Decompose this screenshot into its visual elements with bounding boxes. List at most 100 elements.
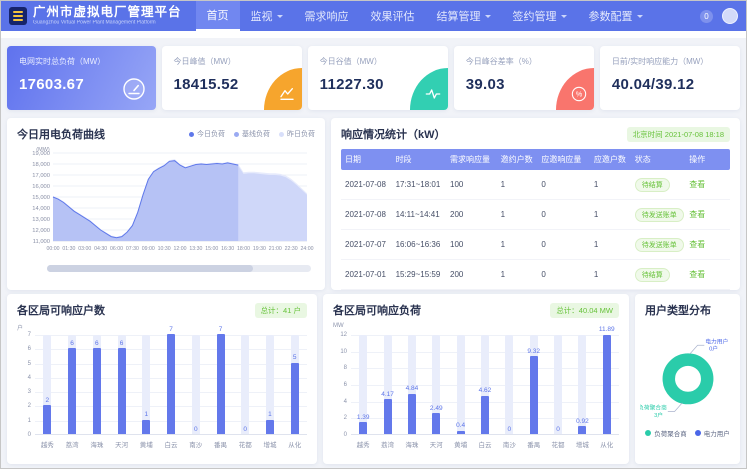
table-cell: 0 xyxy=(537,170,590,200)
table-cell: 0 xyxy=(537,200,590,230)
nav-item-label: 参数配置 xyxy=(589,8,633,24)
y-axis-tick: 5 xyxy=(15,361,31,367)
bar xyxy=(603,335,611,434)
bar xyxy=(481,396,489,435)
response-table-card: 响应情况统计（kW） 北京时间 2021-07-08 18:18 日期时段需求响… xyxy=(331,118,740,290)
x-axis-label: 南沙 xyxy=(497,439,521,449)
x-axis-label: 海珠 xyxy=(84,439,109,449)
nav-item-label: 结算管理 xyxy=(437,8,481,24)
x-axis-label: 海珠 xyxy=(400,439,424,449)
bar-column-从化: 5 xyxy=(282,335,307,434)
bar-value-label: 2 xyxy=(32,397,62,404)
legend-dot-icon xyxy=(695,430,701,436)
nav-item-label: 需求响应 xyxy=(305,8,349,24)
donut-label-aggregator: 负荷聚合商 xyxy=(640,404,667,412)
bar-column-花都: 0 xyxy=(233,335,258,434)
nav-item-6[interactable]: 参数配置 xyxy=(578,1,654,31)
households-total-tag: 总计：41 户 xyxy=(255,303,307,318)
donut-legend-item-1[interactable]: 电力用户 xyxy=(695,428,730,438)
legend-dot-icon xyxy=(189,132,194,137)
gauge-icon xyxy=(122,77,146,101)
legend-item-1[interactable]: 基线负荷 xyxy=(234,129,270,139)
bar-column-海珠: 4.84 xyxy=(400,335,424,434)
table-column-header: 应邀户数 xyxy=(590,149,631,170)
x-axis-label: 花都 xyxy=(233,439,258,449)
y-axis-unit: MW xyxy=(333,323,344,329)
nav-item-2[interactable]: 需求响应 xyxy=(294,1,360,31)
table-cell: 1 xyxy=(590,200,631,230)
svg-text:01:30: 01:30 xyxy=(62,246,75,252)
bar-track xyxy=(554,335,562,434)
table-column-header: 应邀响应量 xyxy=(537,149,590,170)
legend-item-2[interactable]: 昨日负荷 xyxy=(279,129,315,139)
table-column-header: 操作 xyxy=(685,149,730,170)
table-column-header: 需求响应量 xyxy=(446,149,497,170)
table-cell: 200 xyxy=(446,200,497,230)
bar-column-越秀: 1.39 xyxy=(351,335,375,434)
middle-row: 今日用电负荷曲线 今日负荷基线负荷昨日负荷 11,00012,00013,000… xyxy=(7,118,740,286)
view-link[interactable]: 查看 xyxy=(689,180,705,189)
svg-text:15:00: 15:00 xyxy=(205,246,218,252)
table-cell: 1 xyxy=(590,230,631,260)
nav-item-4[interactable]: 结算管理 xyxy=(426,1,502,31)
table-column-header: 日期 xyxy=(341,149,392,170)
nav-item-0[interactable]: 首页 xyxy=(196,1,240,31)
user-avatar[interactable] xyxy=(722,8,738,24)
bar-column-南沙: 0 xyxy=(183,335,208,434)
user-types-legend: 负荷聚合商电力用户 xyxy=(635,428,740,438)
bar xyxy=(167,334,175,434)
y-axis-tick: 0 xyxy=(15,432,31,438)
app-logo-icon xyxy=(9,7,27,25)
kpi-label: 电网实时总负荷（MW） xyxy=(19,56,144,67)
bar-column-越秀: 2 xyxy=(35,335,60,434)
percent-icon: % xyxy=(556,68,594,110)
chevron-down-icon xyxy=(485,15,491,18)
y-axis-tick: 6 xyxy=(331,382,347,388)
district-load-chart: MW1.394.174.842.490.44.6209.3200.9211.89… xyxy=(331,323,621,455)
content-area: 电网实时总负荷（MW） 17603.67 今日峰值（MW） 18415.52 今… xyxy=(1,31,746,468)
table-row: 2021-07-0115:29~15:59200101待结算查看 xyxy=(341,260,730,290)
table-cell: 14:11~14:41 xyxy=(392,200,446,230)
x-axis-label: 番禺 xyxy=(522,439,546,449)
nav-item-5[interactable]: 签约管理 xyxy=(502,1,578,31)
donut-legend-item-0[interactable]: 负荷聚合商 xyxy=(645,428,687,438)
x-axis-label: 黄埔 xyxy=(448,439,472,449)
status-badge: 待发送账单 xyxy=(635,238,684,252)
kpi-label: 今日峰谷差率（%） xyxy=(466,56,582,67)
chevron-down-icon xyxy=(637,15,643,18)
svg-text:13,000: 13,000 xyxy=(32,217,50,223)
svg-text:09:00: 09:00 xyxy=(142,246,155,252)
table-cell: 1 xyxy=(590,170,631,200)
nav-item-3[interactable]: 效果评估 xyxy=(360,1,426,31)
bar xyxy=(68,348,76,434)
chevron-down-icon xyxy=(561,15,567,18)
chart-zoom-range[interactable] xyxy=(47,265,253,272)
pulse-icon xyxy=(410,68,448,110)
bar xyxy=(291,363,299,434)
bar-value-label: 5 xyxy=(280,354,310,361)
view-link[interactable]: 查看 xyxy=(689,270,705,279)
chart-zoom-slider[interactable] xyxy=(47,265,311,272)
load-curve-card: 今日用电负荷曲线 今日负荷基线负荷昨日负荷 11,00012,00013,000… xyxy=(7,118,325,290)
app-subtitle: Guangzhou Virtual Power Plant Management… xyxy=(33,20,159,25)
kpi-card-response-capacity: 日前/实时响应能力（MW） 40.04/39.12 xyxy=(600,46,740,110)
nav-item-label: 监视 xyxy=(251,8,273,24)
x-axis-label: 天河 xyxy=(109,439,134,449)
bar-track xyxy=(457,335,465,434)
district-households-card: 各区局可响应户数 总计：41 户 户2666170701501234567越秀荔… xyxy=(7,294,317,464)
legend-item-0[interactable]: 今日负荷 xyxy=(189,129,225,139)
svg-text:03:00: 03:00 xyxy=(78,246,91,252)
table-cell: 1 xyxy=(497,230,538,260)
notification-badge[interactable]: 0 xyxy=(700,10,713,23)
bar-column-黄埔: 0.4 xyxy=(448,335,472,434)
bar-column-从化: 11.89 xyxy=(595,335,619,434)
bar xyxy=(530,356,538,434)
bar-plot-area: 26661707015 xyxy=(35,335,307,435)
nav-item-1[interactable]: 监视 xyxy=(240,1,294,31)
bar-column-白云: 7 xyxy=(159,335,184,434)
view-link[interactable]: 查看 xyxy=(689,240,705,249)
table-cell: 0 xyxy=(537,230,590,260)
bar xyxy=(93,348,101,434)
view-link[interactable]: 查看 xyxy=(689,210,705,219)
y-axis-tick: 1 xyxy=(15,418,31,424)
